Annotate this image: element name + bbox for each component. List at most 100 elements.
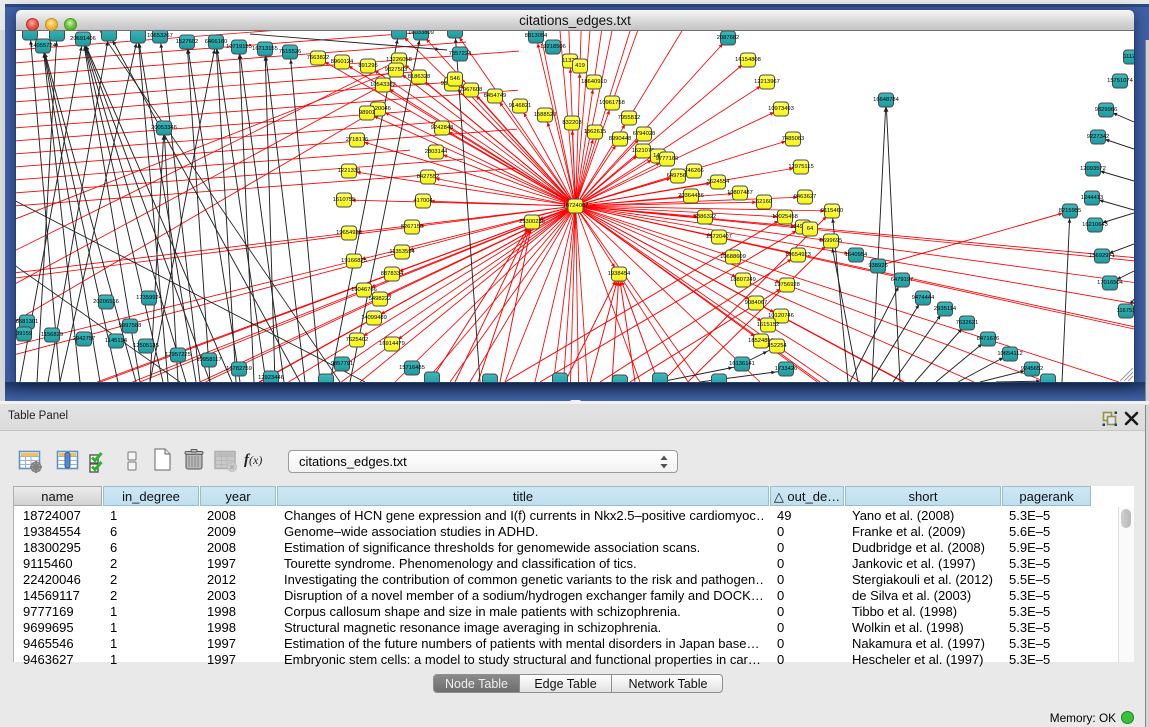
svg-text:9245652: 9245652 (1021, 366, 1044, 372)
svg-text:10025458: 10025458 (772, 214, 798, 220)
svg-text:546: 546 (450, 76, 460, 82)
svg-text:16136141: 16136141 (729, 361, 755, 367)
svg-text:17957225: 17957225 (165, 352, 191, 358)
svg-text:1588520: 1588520 (534, 112, 557, 118)
svg-text:16648784: 16648784 (873, 97, 900, 103)
svg-text:16210643: 16210643 (1082, 222, 1108, 228)
svg-text:1640954: 1640954 (845, 252, 868, 258)
svg-text:8267150: 8267150 (401, 224, 424, 230)
svg-text:8471676: 8471676 (977, 336, 1000, 342)
svg-text:19654923: 19654923 (785, 252, 811, 258)
svg-text:7357224: 7357224 (449, 51, 472, 57)
svg-text:832203: 832203 (562, 120, 581, 126)
svg-text:1610755: 1610755 (333, 197, 356, 203)
svg-text:16046766: 16046766 (351, 287, 377, 293)
svg-text:9997568: 9997568 (119, 323, 142, 329)
svg-text:12093572: 12093572 (1080, 166, 1106, 172)
svg-text:16914479: 16914479 (379, 341, 405, 347)
svg-text:10654112: 10654112 (997, 351, 1022, 357)
svg-text:9146821: 9146821 (509, 103, 532, 109)
svg-text:2967608: 2967608 (460, 87, 483, 93)
svg-text:1362615: 1362615 (584, 129, 607, 135)
svg-text:15720407: 15720407 (706, 234, 732, 240)
svg-text:8427552: 8427552 (417, 174, 440, 180)
svg-text:18640910: 18640910 (581, 79, 607, 85)
svg-text:8878334: 8878334 (381, 271, 404, 277)
svg-text:9463627: 9463627 (794, 194, 817, 200)
svg-text:2087682: 2087682 (717, 35, 740, 41)
svg-text:9827503: 9827503 (385, 67, 408, 73)
svg-text:12923446: 12923446 (258, 375, 284, 381)
svg-text:9474444: 9474444 (912, 295, 935, 301)
svg-text:9329966: 9329966 (1095, 107, 1118, 113)
svg-text:16713155: 16713155 (252, 46, 278, 52)
svg-text:8990448: 8990448 (609, 136, 632, 142)
svg-text:1527602: 1527602 (176, 39, 199, 45)
svg-text:15716485: 15716485 (399, 365, 425, 371)
svg-text:7386322: 7386322 (694, 214, 717, 220)
svg-text:6794028: 6794028 (633, 131, 656, 137)
svg-text:8186328: 8186328 (408, 74, 431, 80)
svg-text:19166825: 19166825 (341, 258, 367, 264)
svg-text:7485063: 7485063 (782, 136, 805, 142)
svg-text:25300235: 25300235 (519, 219, 545, 225)
svg-text:7955812: 7955812 (618, 115, 641, 121)
svg-text:2718176: 2718176 (346, 137, 369, 143)
svg-text:9227342: 9227342 (1087, 134, 1110, 140)
svg-text:2935114: 2935114 (934, 306, 957, 312)
svg-text:19218506: 19218506 (540, 44, 566, 50)
svg-text:891295: 891295 (358, 63, 377, 69)
svg-text:8960124: 8960124 (331, 59, 354, 65)
svg-text:3624554: 3624554 (707, 179, 730, 185)
svg-text:1244413: 1244413 (1081, 195, 1104, 201)
svg-text:64: 64 (807, 226, 814, 232)
svg-text:7632621: 7632621 (956, 320, 979, 326)
svg-text:419: 419 (575, 63, 585, 69)
svg-text:13226058: 13226058 (386, 57, 412, 63)
svg-text:10653267: 10653267 (147, 33, 173, 39)
svg-text:746266: 746266 (684, 168, 703, 174)
svg-text:116753: 116753 (1117, 308, 1134, 314)
svg-text:10719155: 10719155 (226, 44, 252, 50)
svg-text:9084067: 9084067 (745, 300, 768, 306)
svg-text:2803144: 2803144 (425, 149, 448, 155)
svg-text:98901: 98901 (359, 110, 375, 116)
svg-text:8454749: 8454749 (484, 93, 507, 99)
svg-text:14055724: 14055724 (30, 43, 57, 49)
svg-text:19654923: 19654923 (336, 230, 362, 236)
svg-text:8581301: 8581301 (16, 319, 38, 325)
svg-text:10543382: 10543382 (370, 82, 396, 88)
svg-text:10958117: 10958117 (196, 357, 221, 363)
svg-text:15692971: 15692971 (1089, 253, 1115, 259)
svg-text:7625402: 7625402 (346, 337, 369, 343)
svg-text:16033809: 16033809 (408, 31, 434, 36)
svg-text:11121: 11121 (1123, 54, 1134, 60)
svg-text:10688609: 10688609 (720, 254, 746, 260)
svg-text:7663822: 7663822 (307, 55, 330, 61)
svg-text:1145194: 1145194 (105, 338, 128, 344)
svg-text:1615152: 1615152 (757, 322, 780, 328)
svg-text:6479197: 6479197 (891, 277, 914, 283)
svg-text:9115460: 9115460 (821, 208, 843, 214)
svg-text:16782759: 16782759 (226, 366, 252, 372)
svg-text:17359924: 17359924 (136, 295, 163, 301)
svg-text:1733426: 1733426 (775, 366, 798, 372)
svg-text:1221338: 1221338 (338, 168, 361, 174)
svg-text:16154808: 16154808 (735, 57, 761, 63)
svg-text:9242848: 9242848 (431, 125, 454, 131)
svg-text:62160: 62160 (756, 199, 772, 205)
svg-text:2942757: 2942757 (73, 336, 96, 342)
svg-text:12213967: 12213967 (754, 79, 780, 85)
svg-text:17016504: 17016504 (1097, 280, 1124, 286)
svg-text:20364436: 20364436 (678, 193, 704, 199)
svg-text:18807249: 18807249 (730, 277, 756, 283)
svg-text:12505135: 12505135 (133, 343, 159, 349)
svg-text:39159: 39159 (16, 331, 32, 337)
svg-text:7515526: 7515526 (279, 49, 302, 55)
svg-text:5498222: 5498222 (369, 296, 392, 302)
svg-text:15751074: 15751074 (1107, 78, 1134, 84)
svg-text:19756928: 19756928 (774, 282, 800, 288)
svg-text:8215955: 8215955 (1059, 208, 1082, 214)
svg-text:10807487: 10807487 (727, 190, 753, 196)
svg-text:1938454: 1938454 (608, 271, 631, 277)
